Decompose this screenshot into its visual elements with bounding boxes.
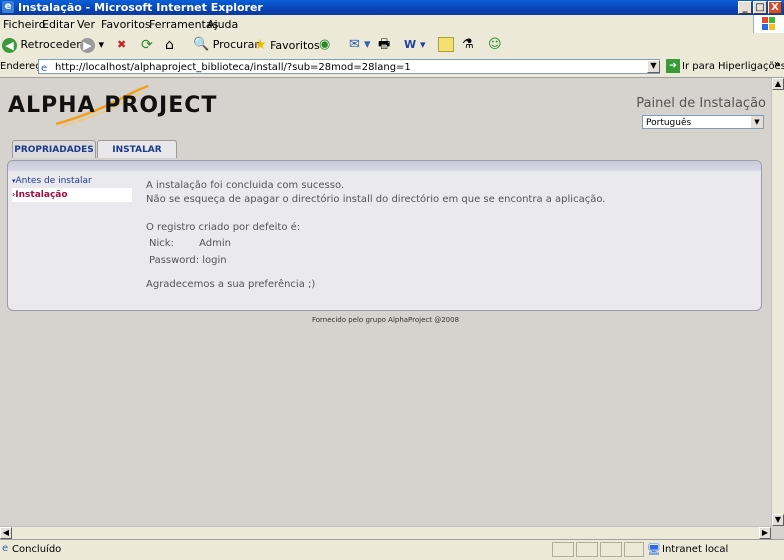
page-icon: e	[41, 63, 48, 74]
page-viewport: ALPHA PROJECT Painel de Instalação Portu…	[0, 78, 771, 526]
close-button[interactable]: X	[768, 1, 782, 14]
status-pane	[624, 542, 644, 557]
main-panel: ▾Antes de instalar ›Instalação A instala…	[7, 160, 762, 311]
scroll-down-icon[interactable]: ▼	[772, 514, 784, 526]
panel-title: Painel de Instalação	[636, 96, 766, 111]
go-icon[interactable]: ➔	[666, 59, 680, 73]
forward-button[interactable]: ▶ ▾	[80, 37, 104, 53]
sidebar: ▾Antes de instalar ›Instalação	[12, 174, 132, 202]
scroll-up-icon[interactable]: ▲	[772, 78, 784, 90]
chevron-right-icon[interactable]: »	[774, 59, 780, 70]
tab-propriadades[interactable]: PROPRIADADES	[12, 140, 96, 158]
nick-label: Nick:	[149, 238, 174, 249]
back-button[interactable]: ◀ Retroceder ▾	[2, 37, 90, 53]
page-done-icon: e	[2, 543, 9, 554]
chevron-down-icon: ▼	[751, 116, 763, 128]
edit-icon[interactable]: W ▾	[404, 37, 425, 53]
window-title: Instalação - Microsoft Internet Explorer	[18, 1, 263, 14]
success-message: A instalação foi concluida com sucesso.	[146, 180, 345, 191]
address-url: http://localhost/alphaproject_biblioteca…	[55, 62, 411, 73]
registry-label: O registro criado por defeito é:	[146, 222, 301, 233]
history-icon[interactable]: ◉	[319, 37, 330, 53]
favorites-button[interactable]: ★ Favoritos	[254, 37, 320, 53]
horizontal-scrollbar[interactable]: ◀ ▶	[0, 526, 771, 539]
title-bar: e Instalação - Microsoft Internet Explor…	[0, 0, 784, 15]
intranet-icon: 🖥	[647, 543, 661, 556]
sidebar-item-antes[interactable]: ▾Antes de instalar	[12, 174, 132, 188]
search-button[interactable]: 🔍 Procurar	[193, 37, 259, 53]
status-text: Concluído	[12, 544, 62, 555]
menu-ver[interactable]: Ver	[77, 18, 95, 31]
menu-ajuda[interactable]: Ajuda	[207, 18, 238, 31]
windows-logo-icon	[753, 15, 784, 33]
password-line: Password: login	[149, 255, 227, 266]
address-bar: Endereço e http://localhost/alphaproject…	[0, 57, 784, 78]
print-icon[interactable]: 🖶	[378, 37, 390, 53]
refresh-icon[interactable]: ⟳	[141, 37, 153, 53]
stop-icon[interactable]: ✖	[117, 37, 126, 53]
menu-bar: Ficheiro Editar Ver Favoritos Ferramenta…	[0, 15, 784, 34]
menu-ficheiro[interactable]: Ficheiro	[3, 18, 45, 31]
go-button[interactable]: Ir para	[682, 61, 715, 72]
research-icon[interactable]: ⚗	[462, 37, 474, 53]
forward-arrow-icon: ▶	[80, 37, 95, 53]
delete-warning: Não se esqueça de apagar o directório in…	[146, 194, 606, 205]
toolbar: ◀ Retroceder ▾ ▶ ▾ ✖ ⟳ ⌂ 🔍 Procurar ★ Fa…	[0, 33, 784, 58]
status-pane	[576, 542, 598, 557]
vertical-scrollbar[interactable]: ▲ ▼	[771, 78, 784, 526]
maximize-button[interactable]: □	[753, 1, 767, 14]
zone-text: Intranet local	[662, 544, 729, 555]
scroll-right-icon[interactable]: ▶	[759, 527, 771, 539]
address-input[interactable]: e http://localhost/alphaproject_bibliote…	[38, 59, 660, 74]
panel-header-bar	[8, 161, 761, 171]
content-area: A instalação foi concluida com sucesso. …	[146, 179, 605, 292]
back-arrow-icon: ◀	[2, 37, 17, 53]
footer: Fornecido pelo grupo AlphaProject @2008	[311, 316, 460, 324]
status-bar: e Concluído 🖥 Intranet local	[0, 539, 784, 560]
address-dropdown-icon[interactable]: ▼	[647, 60, 660, 73]
tab-instalar[interactable]: INSTALAR	[97, 140, 177, 158]
minimize-button[interactable]: _	[738, 1, 752, 14]
status-pane	[552, 542, 574, 557]
language-value: Português	[646, 118, 692, 128]
mail-icon[interactable]: ✉ ▾	[349, 37, 371, 53]
search-icon: 🔍	[193, 37, 210, 52]
scroll-left-icon[interactable]: ◀	[0, 527, 12, 539]
messenger-icon[interactable]: ☺	[488, 37, 502, 53]
home-icon[interactable]: ⌂	[165, 37, 174, 53]
status-pane	[600, 542, 622, 557]
discuss-icon[interactable]	[438, 37, 454, 52]
thanks-message: Agradecemos a sua preferência ;)	[146, 279, 316, 290]
logo: ALPHA PROJECT	[8, 93, 218, 118]
menu-editar[interactable]: Editar	[42, 18, 75, 31]
star-icon: ★	[254, 37, 267, 53]
menu-favoritos[interactable]: Favoritos	[101, 18, 151, 31]
language-select[interactable]: Português ▼	[642, 115, 764, 129]
nick-value: Admin	[199, 238, 231, 249]
sidebar-item-instalacao[interactable]: ›Instalação	[12, 188, 132, 202]
ie-icon: e	[2, 1, 14, 13]
